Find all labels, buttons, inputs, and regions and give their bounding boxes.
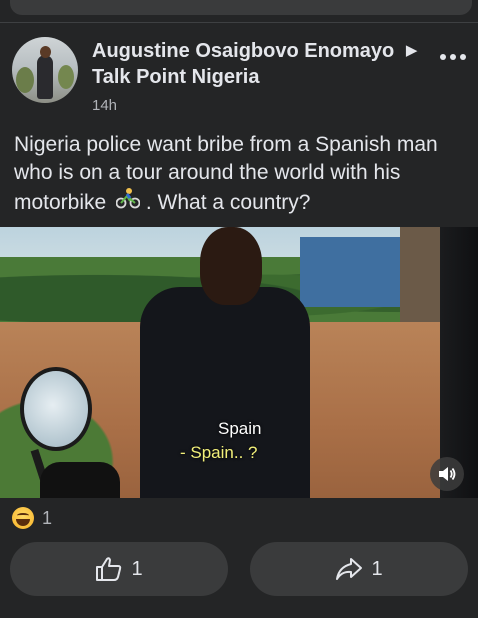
- post-actions: 1 1: [10, 542, 468, 596]
- feed-post: Augustine Osaigbovo Enomayo ▶ Talk Point…: [0, 23, 478, 618]
- previous-post-card: [0, 0, 478, 22]
- thumbs-up-icon: [96, 557, 122, 581]
- video-building: [300, 237, 410, 307]
- avatar-bg-tree: [16, 67, 34, 93]
- dot: [440, 54, 446, 60]
- to-group-arrow-icon: ▶: [405, 42, 418, 59]
- post-timestamp[interactable]: 14h: [92, 97, 117, 114]
- avatar[interactable]: [12, 37, 78, 103]
- author-name[interactable]: Augustine Osaigbovo Enomayo: [92, 40, 394, 62]
- like-count: 1: [131, 557, 143, 580]
- video-mirror: [20, 367, 92, 451]
- bicyclist-emoji-icon: [115, 187, 141, 217]
- share-button[interactable]: 1: [250, 542, 468, 596]
- laugh-emoji-icon: [12, 507, 34, 529]
- dot: [450, 54, 456, 60]
- previous-post-bottom: [10, 0, 472, 15]
- video-officer-head: [200, 227, 262, 305]
- group-name[interactable]: Talk Point Nigeria: [92, 66, 259, 88]
- like-button[interactable]: 1: [10, 542, 228, 596]
- more-options-icon[interactable]: [440, 53, 466, 61]
- post-body-tail: . What a country?: [145, 191, 311, 214]
- reactions-summary[interactable]: 1: [12, 507, 52, 529]
- video-handlebar: [40, 462, 120, 498]
- video-officer: [140, 287, 310, 498]
- reaction-count: 1: [42, 507, 53, 528]
- avatar-bg-tree: [58, 65, 74, 89]
- post-text: Nigeria police want bribe from a Spanish…: [14, 131, 468, 217]
- video-player[interactable]: Spain - Spain.. ?: [0, 227, 478, 498]
- subtitle-line: - Spain.. ?: [180, 443, 258, 462]
- speaker-icon[interactable]: [430, 457, 464, 491]
- avatar-person: [37, 55, 53, 99]
- avatar-head: [40, 46, 51, 58]
- share-arrow-icon: [336, 558, 363, 580]
- subtitle-line: Spain: [218, 419, 262, 438]
- video-subtitles: Spain - Spain.. ?: [180, 417, 310, 465]
- post-header: Augustine Osaigbovo Enomayo ▶ Talk Point…: [92, 38, 432, 90]
- share-count: 1: [371, 557, 383, 580]
- dot: [460, 54, 466, 60]
